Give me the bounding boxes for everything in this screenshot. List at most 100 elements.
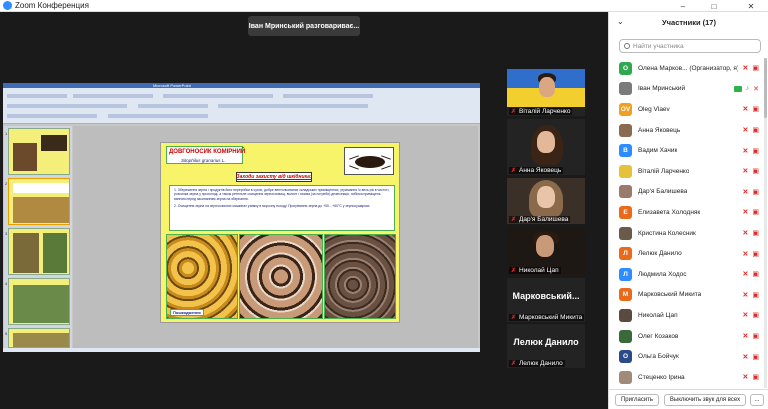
participant-row[interactable]: Кристина Колесник ✕ ▣ xyxy=(609,223,768,244)
participant-status: ✕ ▣ xyxy=(743,188,760,196)
scrollbar[interactable] xyxy=(764,58,767,388)
mic-off-icon: ✕ xyxy=(742,353,749,361)
avatar: Л xyxy=(619,247,632,261)
avatar: OV xyxy=(619,102,632,116)
participant-name: Олена Марков... (Организатор, я) xyxy=(638,64,738,72)
avatar: О xyxy=(619,350,632,364)
panel-header: ⌄ Участники (17) xyxy=(609,12,768,34)
search-input[interactable] xyxy=(633,42,753,50)
search-icon xyxy=(624,43,630,49)
camera-off-icon: ▣ xyxy=(752,168,759,176)
participant-row[interactable]: Анна Яковець ✕ ▣ xyxy=(609,120,768,141)
more-button[interactable]: ... xyxy=(750,394,764,406)
participant-name: Николай Цап xyxy=(638,311,678,319)
tile-label: ✗ Віталій Ларченко xyxy=(509,108,573,115)
participant-row[interactable]: Л Людмила Ходос ✕ ▣ xyxy=(609,264,768,285)
camera-off-icon: ▣ xyxy=(752,312,759,320)
participant-name: Ольга Бойчук xyxy=(638,353,679,361)
participant-row[interactable]: О Олена Марков... (Организатор, я) ✕ ▣ xyxy=(609,58,768,79)
mic-off-icon: ✕ xyxy=(742,250,749,258)
participant-row[interactable]: Николай Цап ✕ ▣ xyxy=(609,305,768,326)
camera-off-icon: ▣ xyxy=(752,209,759,217)
participant-list: О Олена Марков... (Организатор, я) ✕ ▣ Іван … xyxy=(609,58,768,388)
participant-name: Дар'я Балишева xyxy=(638,188,688,196)
damage-photos: Пошкодження xyxy=(166,234,396,319)
participant-status: ✕ ▣ xyxy=(743,64,760,72)
camera-off-icon: ▣ xyxy=(752,106,759,114)
participant-status: ✕ ▣ xyxy=(743,353,760,361)
slide-thumbnail[interactable]: 2 xyxy=(5,178,70,225)
corn-photo xyxy=(166,234,238,319)
participant-row[interactable]: Л Лелюк Данило ✕ ▣ xyxy=(609,243,768,264)
panel-title: Участники (17) xyxy=(662,18,716,27)
avatar: О xyxy=(619,61,632,75)
slide: ДОВГОНОСИК КОМІРНИЙ Sitophilus granarius… xyxy=(160,142,400,323)
speaking-indicator: Іван Мринський разговариває... xyxy=(248,16,360,36)
video-tile[interactable]: Лелюк Данило ✗ Лелюк Данило xyxy=(507,324,585,368)
slide-title: ДОВГОНОСИК КОМІРНИЙ xyxy=(169,149,246,155)
mic-off-icon: ✕ xyxy=(742,333,749,341)
video-tile[interactable]: Марковський... ✗ Марковський Микита xyxy=(507,278,585,322)
participant-row[interactable]: Олег Козаков ✕ ▣ xyxy=(609,326,768,347)
video-tile[interactable]: ✗ Віталій Ларченко xyxy=(507,69,585,116)
ppt-status-bar xyxy=(3,348,480,352)
tile-big-name: Лелюк Данило xyxy=(513,337,579,347)
search-box[interactable] xyxy=(619,39,761,53)
slide-subtitle: Sitophilus granarius L. xyxy=(181,158,226,163)
avatar xyxy=(619,370,632,384)
participant-row[interactable]: Стеценко Ірина ✕ ▣ xyxy=(609,367,768,388)
participant-name: Людмила Ходос xyxy=(638,270,687,278)
scrollbar-thumb[interactable] xyxy=(764,58,767,118)
mic-off-icon: ✕ xyxy=(742,271,749,279)
video-tile[interactable]: ✗ Анна Яковець xyxy=(507,119,585,175)
video-tile[interactable]: ✗ Дар'я Балишева xyxy=(507,178,585,224)
tile-big-name: Марковський... xyxy=(512,291,580,301)
avatar: М xyxy=(619,288,632,302)
mic-off-icon: ✕ xyxy=(742,127,749,135)
close-icon[interactable]: ✕ xyxy=(740,0,762,12)
slide-thumbnail[interactable]: 3 xyxy=(5,228,70,275)
camera-off-icon: ✕ xyxy=(753,85,759,93)
participant-row[interactable]: В Вадим Хачик ✕ ▣ xyxy=(609,140,768,161)
participant-row[interactable]: Віталій Ларченко ✕ ▣ xyxy=(609,161,768,182)
mic-off-icon: ✗ xyxy=(511,360,517,367)
slide-thumbnails[interactable]: 1 2 3 4 5 xyxy=(4,126,72,348)
video-tile[interactable]: ✗ Николай Цап xyxy=(507,227,585,275)
slide-text-box: 1. Збереження зерна і продуктів його пер… xyxy=(169,185,395,231)
participant-status: ✕ ▣ xyxy=(743,126,760,134)
weevil-image xyxy=(344,147,394,175)
mic-off-icon: ✗ xyxy=(511,314,517,321)
participant-status: ✕ ▣ xyxy=(743,105,760,113)
participant-status: ✕ ▣ xyxy=(743,270,760,278)
slide-thumbnail[interactable]: 4 xyxy=(5,278,70,325)
participant-row[interactable]: М Марковський Микита ✕ ▣ xyxy=(609,285,768,306)
avatar xyxy=(619,226,632,240)
camera-off-icon: ▣ xyxy=(752,374,759,382)
zoom-logo-icon xyxy=(3,1,12,10)
mic-off-icon: ✕ xyxy=(742,374,749,382)
avatar: Е xyxy=(619,205,632,219)
participant-row[interactable]: О Ольга Бойчук ✕ ▣ xyxy=(609,346,768,367)
avatar xyxy=(619,164,632,178)
participant-name: Віталій Ларченко xyxy=(638,167,690,175)
slide-thumbnail[interactable]: 5 xyxy=(5,328,70,348)
mute-all-button[interactable]: Выключить звук для всех xyxy=(664,394,746,406)
minimize-icon[interactable]: – xyxy=(672,0,694,12)
slide-thumbnail[interactable]: 1 xyxy=(5,128,70,175)
participant-row[interactable]: Іван Мринський ♪ ✕ xyxy=(609,79,768,100)
maximize-icon[interactable]: □ xyxy=(703,0,725,12)
slide-canvas: ДОВГОНОСИК КОМІРНИЙ Sitophilus granarius… xyxy=(73,126,478,348)
participant-status: ✕ ▣ xyxy=(743,167,760,175)
participant-status: ✕ ▣ xyxy=(743,147,760,155)
participant-row[interactable]: Дар'я Балишева ✕ ▣ xyxy=(609,182,768,203)
avatar: Л xyxy=(619,267,632,281)
participant-name: Кристина Колесник xyxy=(638,229,696,237)
participant-status: ✕ ▣ xyxy=(743,229,760,237)
participant-row[interactable]: Е Елизавета Холодняк ✕ ▣ xyxy=(609,202,768,223)
invite-button[interactable]: Пригласить xyxy=(615,394,659,406)
tile-label: ✗ Дар'я Балишева xyxy=(509,216,571,223)
meeting-area: Іван Мринський разговариває... Microsoft… xyxy=(0,12,608,409)
participant-row[interactable]: OV Oleg Vlaev ✕ ▣ xyxy=(609,99,768,120)
slide-title-box: ДОВГОНОСИК КОМІРНИЙ Sitophilus granarius… xyxy=(166,146,246,164)
shared-screen[interactable]: Microsoft PowerPoint 1 2 3 4 5 ДОВГОНОСИ… xyxy=(3,83,480,352)
